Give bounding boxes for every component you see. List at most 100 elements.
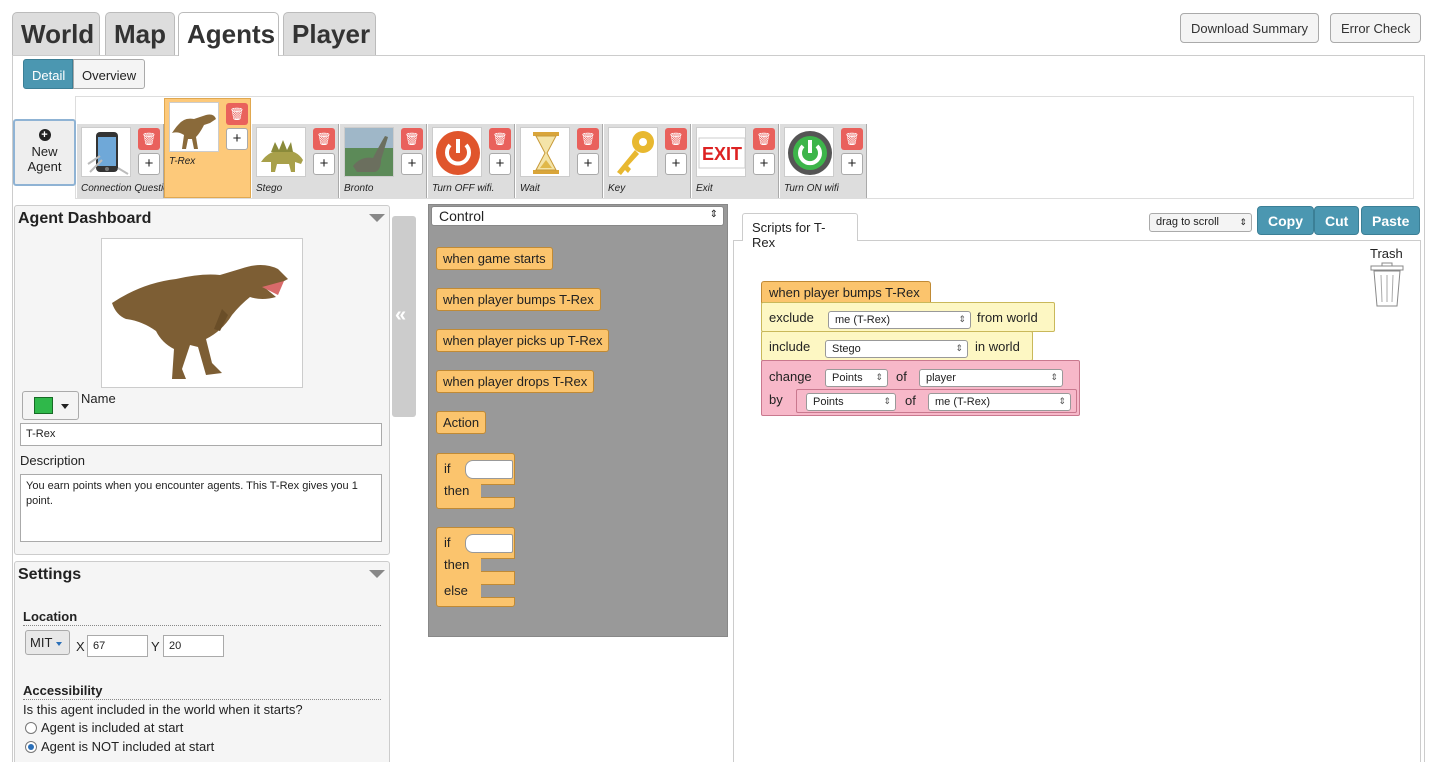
add-icon[interactable]: + xyxy=(313,153,335,175)
color-picker[interactable] xyxy=(22,391,79,420)
category-select[interactable]: Control ⇕ xyxy=(431,206,724,226)
select-arrows-icon: ⇕ xyxy=(709,209,718,220)
trash-icon[interactable]: 🗑 xyxy=(841,128,863,150)
collapse-palette-handle[interactable]: « xyxy=(392,216,416,417)
new-agent-button[interactable]: + New Agent xyxy=(13,119,76,186)
script-event-block[interactable]: when player bumps T-Rex xyxy=(761,281,931,303)
property-reporter-block[interactable]: Points of me (T-Rex) xyxy=(796,389,1077,413)
radio-not-included[interactable] xyxy=(25,741,37,753)
add-icon[interactable]: + xyxy=(665,153,687,175)
condition-slot xyxy=(465,460,513,479)
new-agent-label-1: New xyxy=(31,144,58,159)
error-check-button[interactable]: Error Check xyxy=(1330,13,1422,43)
location-label: Location xyxy=(23,609,381,626)
by-property-select[interactable]: Points xyxy=(806,393,896,411)
chevron-down-icon xyxy=(55,641,62,646)
hourglass-icon xyxy=(520,127,570,177)
by-object-select[interactable]: me (T-Rex) xyxy=(928,393,1071,411)
then-label: then xyxy=(444,557,470,572)
change-block[interactable]: change Points of player by Points of me … xyxy=(761,360,1080,416)
in-world-label: in world xyxy=(975,339,1020,354)
add-icon[interactable]: + xyxy=(841,153,863,175)
tab-world[interactable]: World xyxy=(12,12,100,55)
key-icon xyxy=(608,127,658,177)
add-icon[interactable]: + xyxy=(577,153,599,175)
download-summary-button[interactable]: Download Summary xyxy=(1180,13,1320,43)
cut-button[interactable]: Cut xyxy=(1314,206,1360,235)
if-label: if xyxy=(444,535,451,550)
radio-dot xyxy=(28,744,34,750)
collapse-caret-icon[interactable] xyxy=(369,570,385,578)
scroll-mode-value: drag to scroll xyxy=(1156,216,1219,228)
select-arrows-icon: ⇕ xyxy=(1239,217,1247,227)
agent-name: Turn ON wifi xyxy=(784,183,839,194)
paste-button[interactable]: Paste xyxy=(1361,206,1421,235)
overview-toggle[interactable]: Overview xyxy=(73,59,145,89)
change-property-select[interactable]: Points xyxy=(825,369,888,387)
map-select[interactable]: MIT xyxy=(25,630,70,655)
block-when-player-drops[interactable]: when player drops T-Rex xyxy=(436,370,595,393)
agent-card-bronto[interactable]: 🗑 + Bronto xyxy=(340,124,427,198)
agent-name: Stego xyxy=(256,183,283,194)
from-world-label: from world xyxy=(977,310,1038,325)
trash-icon[interactable]: 🗑 xyxy=(577,128,599,150)
block-when-player-bumps[interactable]: when player bumps T-Rex xyxy=(436,288,601,311)
scripts-tab[interactable]: Scripts for T-Rex xyxy=(742,213,858,250)
trash-icon[interactable]: 🗑 xyxy=(226,103,248,125)
description-field[interactable]: You earn points when you encounter agent… xyxy=(20,474,382,542)
agent-card-wifi-off[interactable]: 🗑 + Turn OFF wifi. xyxy=(428,124,515,198)
block-if-then[interactable]: if then xyxy=(436,453,515,509)
trash-can-icon[interactable] xyxy=(1369,262,1405,308)
accessibility-question: Is this agent included in the world when… xyxy=(23,702,303,717)
agent-card-connection[interactable]: 🗑 + Connection Questio xyxy=(77,124,165,198)
agent-card-wait[interactable]: 🗑 + Wait xyxy=(516,124,603,198)
exit-sign-icon: EXIT xyxy=(696,127,746,177)
copy-button[interactable]: Copy xyxy=(1257,206,1314,235)
block-action[interactable]: Action xyxy=(436,411,487,434)
new-agent-label-2: Agent xyxy=(27,159,62,174)
add-icon[interactable]: + xyxy=(753,153,775,175)
add-icon[interactable]: + xyxy=(138,153,160,175)
change-label: change xyxy=(769,369,812,384)
trash-icon[interactable]: 🗑 xyxy=(313,128,335,150)
trash-icon[interactable]: 🗑 xyxy=(401,128,423,150)
dashboard-title: Agent Dashboard xyxy=(18,210,152,227)
include-target-select[interactable]: Stego xyxy=(825,340,968,358)
detail-toggle[interactable]: Detail xyxy=(23,59,73,89)
radio-included[interactable] xyxy=(25,722,37,734)
tab-agents[interactable]: Agents xyxy=(178,12,279,56)
tab-map[interactable]: Map xyxy=(105,12,175,55)
add-icon[interactable]: + xyxy=(401,153,423,175)
agent-card-key[interactable]: 🗑 + Key xyxy=(604,124,691,198)
chevron-down-icon xyxy=(61,404,69,409)
trash-icon[interactable]: 🗑 xyxy=(665,128,687,150)
trash-icon[interactable]: 🗑 xyxy=(753,128,775,150)
exclude-target-select[interactable]: me (T-Rex) xyxy=(828,311,971,329)
exclude-label: exclude xyxy=(769,310,814,325)
then-label: then xyxy=(444,483,470,498)
accessibility-label: Accessibility xyxy=(23,683,381,700)
include-block[interactable]: include Stego in world xyxy=(761,331,1033,361)
scroll-mode-select[interactable]: drag to scroll ⇕ xyxy=(1149,213,1252,232)
collapse-caret-icon[interactable] xyxy=(369,214,385,222)
agent-image xyxy=(101,238,303,388)
trash-icon[interactable]: 🗑 xyxy=(489,128,511,150)
else-label: else xyxy=(444,583,468,598)
block-when-game-starts[interactable]: when game starts xyxy=(436,247,553,270)
agent-card-exit[interactable]: EXIT 🗑 + Exit xyxy=(692,124,779,198)
add-icon[interactable]: + xyxy=(226,128,248,150)
plus-circle-icon: + xyxy=(38,129,51,141)
add-icon[interactable]: + xyxy=(489,153,511,175)
exclude-block[interactable]: exclude me (T-Rex) from world xyxy=(761,302,1055,332)
name-field[interactable]: T-Rex xyxy=(20,423,382,446)
x-field[interactable]: 67 xyxy=(87,635,148,657)
agent-card-wifi-on[interactable]: 🗑 + Turn ON wifi xyxy=(780,124,867,198)
agent-card-stego[interactable]: 🗑 + Stego xyxy=(252,124,339,198)
block-when-player-picks-up[interactable]: when player picks up T-Rex xyxy=(436,329,610,352)
trash-icon[interactable]: 🗑 xyxy=(138,128,160,150)
change-object-select[interactable]: player xyxy=(919,369,1063,387)
agent-card-trex[interactable]: 🗑 + T-Rex xyxy=(164,98,251,198)
y-field[interactable]: 20 xyxy=(163,635,224,657)
block-if-then-else[interactable]: if then else xyxy=(436,527,515,607)
tab-player[interactable]: Player xyxy=(283,12,376,55)
